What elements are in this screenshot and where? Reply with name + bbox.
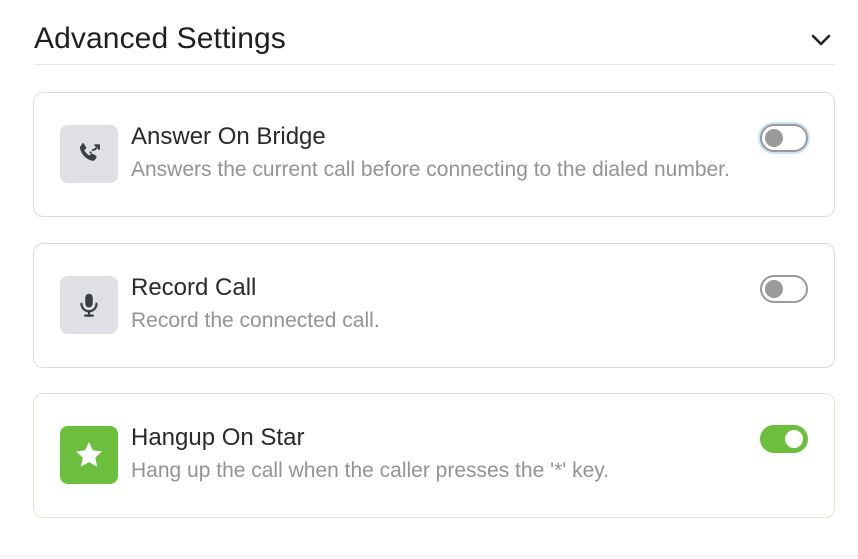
phone-forward-icon (60, 125, 118, 183)
toggle-knob (765, 129, 783, 147)
toggle-knob (785, 430, 803, 448)
answer-on-bridge-toggle[interactable] (760, 124, 808, 152)
microphone-icon (60, 276, 118, 334)
record-call-toggle[interactable] (760, 275, 808, 303)
setting-description: Answers the current call before connecti… (131, 158, 730, 181)
section-header[interactable]: Advanced Settings (34, 0, 835, 65)
setting-description: Hang up the call when the caller presses… (131, 459, 610, 482)
setting-title: Record Call (131, 274, 257, 301)
section-title: Advanced Settings (34, 22, 286, 55)
setting-card-answer-on-bridge: Answer On Bridge Answers the current cal… (33, 92, 835, 217)
toggle-knob (765, 280, 783, 298)
star-icon (60, 426, 118, 484)
setting-title: Hangup On Star (131, 424, 305, 451)
setting-title: Answer On Bridge (131, 123, 326, 150)
hangup-on-star-toggle[interactable] (760, 425, 808, 453)
advanced-settings-panel: Advanced Settings Answer On Bridge Answe… (0, 0, 858, 559)
setting-card-hangup-on-star: Hangup On Star Hang up the call when the… (33, 393, 835, 518)
setting-card-record-call: Record Call Record the connected call. (33, 243, 835, 368)
setting-description: Record the connected call. (131, 309, 380, 332)
divider (0, 555, 858, 556)
chevron-down-icon[interactable] (809, 28, 833, 52)
